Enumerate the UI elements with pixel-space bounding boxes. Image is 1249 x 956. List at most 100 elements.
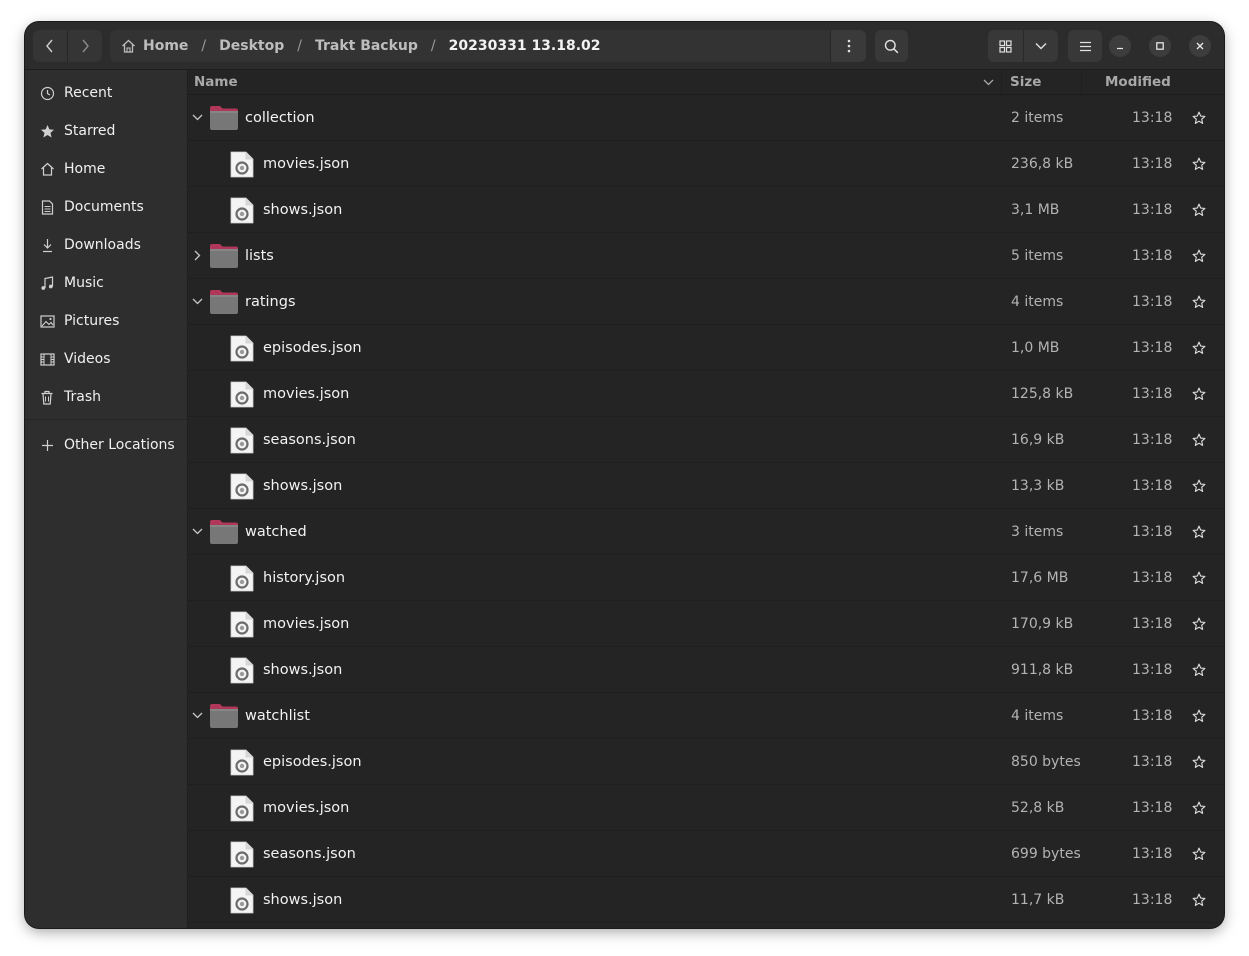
star-icon[interactable]: [1191, 340, 1207, 356]
file-row[interactable]: shows.json 11,7 kB 13:18: [188, 877, 1224, 923]
chevron-down-icon[interactable]: [190, 708, 204, 722]
column-modified[interactable]: Modified: [1105, 70, 1171, 94]
item-size: 125,8 kB: [1011, 386, 1074, 402]
star-icon[interactable]: [1191, 432, 1207, 448]
path-menu-button[interactable]: [830, 30, 866, 62]
breadcrumb-current-folder[interactable]: 20230331 13.18.02: [447, 38, 603, 54]
item-size: 2 items: [1011, 110, 1064, 126]
search-button[interactable]: [875, 30, 908, 62]
clock-icon: [39, 85, 55, 101]
sidebar-item-documents[interactable]: Documents: [25, 188, 187, 226]
file-row[interactable]: history.json 17,6 MB 13:18: [188, 555, 1224, 601]
view-options-dropdown[interactable]: [1023, 30, 1058, 62]
item-size: 1,0 MB: [1011, 340, 1060, 356]
grid-view-button[interactable]: [988, 30, 1023, 62]
item-name: movies.json: [263, 386, 350, 402]
chevron-right-icon: [82, 39, 89, 53]
back-button[interactable]: [33, 30, 67, 62]
minimize-button[interactable]: [1109, 35, 1131, 57]
breadcrumb: Home / Desktop / Trakt Backup / 20230331…: [110, 30, 865, 62]
file-row[interactable]: movies.json 170,9 kB 13:18: [188, 601, 1224, 647]
file-row[interactable]: movies.json 236,8 kB 13:18: [188, 141, 1224, 187]
sidebar-item-label: Other Locations: [64, 437, 175, 453]
sidebar-item-home[interactable]: Home: [25, 150, 187, 188]
sidebar-item-label: Trash: [64, 389, 101, 405]
star-icon[interactable]: [1191, 662, 1207, 678]
file-row[interactable]: episodes.json 850 bytes 13:18: [188, 739, 1224, 785]
star-icon[interactable]: [1191, 294, 1207, 310]
file-row[interactable]: shows.json 13,3 kB 13:18: [188, 463, 1224, 509]
maximize-button[interactable]: [1149, 35, 1171, 57]
star-icon[interactable]: [1191, 616, 1207, 632]
star-icon[interactable]: [1191, 800, 1207, 816]
star-icon[interactable]: [1191, 156, 1207, 172]
star-icon[interactable]: [1191, 248, 1207, 264]
sidebar-item-downloads[interactable]: Downloads: [25, 226, 187, 264]
star-icon[interactable]: [1191, 478, 1207, 494]
sidebar-item-trash[interactable]: Trash: [25, 378, 187, 416]
star-icon[interactable]: [1191, 846, 1207, 862]
sidebar-item-starred[interactable]: Starred: [25, 112, 187, 150]
item-name: history.json: [263, 570, 346, 586]
folder-row[interactable]: collection 2 items 13:18: [188, 95, 1224, 141]
sort-chevron-down-icon[interactable]: [983, 70, 994, 94]
star-icon[interactable]: [1191, 754, 1207, 770]
chevron-right-icon[interactable]: [190, 248, 204, 262]
breadcrumb-trakt-backup[interactable]: Trakt Backup: [313, 38, 420, 54]
picture-icon: [39, 313, 55, 329]
item-size: 911,8 kB: [1011, 662, 1074, 678]
item-modified: 13:18: [1132, 478, 1173, 494]
folder-row[interactable]: watched 3 items 13:18: [188, 509, 1224, 555]
item-name: collection: [245, 110, 315, 126]
star-icon[interactable]: [1191, 110, 1207, 126]
folder-row[interactable]: lists 5 items 13:18: [188, 233, 1224, 279]
item-size: 13,3 kB: [1011, 478, 1065, 494]
file-row[interactable]: seasons.json 16,9 kB 13:18: [188, 417, 1224, 463]
column-name[interactable]: Name: [194, 70, 238, 94]
close-button[interactable]: [1189, 35, 1211, 57]
sidebar-item-pictures[interactable]: Pictures: [25, 302, 187, 340]
sidebar-item-recent[interactable]: Recent: [25, 74, 187, 112]
main-menu-button[interactable]: [1068, 30, 1102, 62]
star-icon[interactable]: [1191, 892, 1207, 908]
chevron-down-icon: [1035, 43, 1047, 50]
chevron-down-icon[interactable]: [190, 294, 204, 308]
item-name: shows.json: [263, 892, 343, 908]
file-row[interactable]: seasons.json 699 bytes 13:18: [188, 831, 1224, 877]
star-icon[interactable]: [1191, 202, 1207, 218]
star-icon[interactable]: [1191, 570, 1207, 586]
chevron-down-icon[interactable]: [190, 524, 204, 538]
video-icon: [39, 351, 55, 367]
breadcrumb-separator: /: [297, 38, 302, 54]
star-icon[interactable]: [1191, 524, 1207, 540]
file-row[interactable]: shows.json 911,8 kB 13:18: [188, 647, 1224, 693]
sidebar-divider: [25, 419, 187, 420]
file-row[interactable]: movies.json 52,8 kB 13:18: [188, 785, 1224, 831]
folder-row[interactable]: watchlist 4 items 13:18: [188, 693, 1224, 739]
sidebar-item-other-locations[interactable]: Other Locations: [25, 426, 187, 464]
forward-button[interactable]: [68, 30, 102, 62]
folder-row[interactable]: ratings 4 items 13:18: [188, 279, 1224, 325]
json-file-icon: [230, 795, 254, 822]
chevron-down-icon[interactable]: [190, 110, 204, 124]
file-row[interactable]: episodes.json 1,0 MB 13:18: [188, 325, 1224, 371]
star-icon[interactable]: [1191, 386, 1207, 402]
item-modified: 13:18: [1132, 386, 1173, 402]
json-file-icon: [230, 841, 254, 868]
breadcrumb-home[interactable]: Home: [141, 38, 190, 54]
file-row[interactable]: shows.json 3,1 MB 13:18: [188, 187, 1224, 233]
breadcrumb-desktop[interactable]: Desktop: [217, 38, 286, 54]
sidebar-item-label: Downloads: [64, 237, 141, 253]
sidebar-item-videos[interactable]: Videos: [25, 340, 187, 378]
sidebar-item-music[interactable]: Music: [25, 264, 187, 302]
item-name: seasons.json: [263, 846, 356, 862]
item-modified: 13:18: [1132, 754, 1173, 770]
sidebar-item-label: Pictures: [64, 313, 120, 329]
column-size[interactable]: Size: [1010, 70, 1041, 94]
star-icon[interactable]: [1191, 708, 1207, 724]
item-name: episodes.json: [263, 340, 362, 356]
file-row[interactable]: movies.json 125,8 kB 13:18: [188, 371, 1224, 417]
json-file-icon: [230, 427, 254, 454]
item-name: ratings: [245, 294, 296, 310]
sidebar-item-label: Home: [64, 161, 106, 177]
